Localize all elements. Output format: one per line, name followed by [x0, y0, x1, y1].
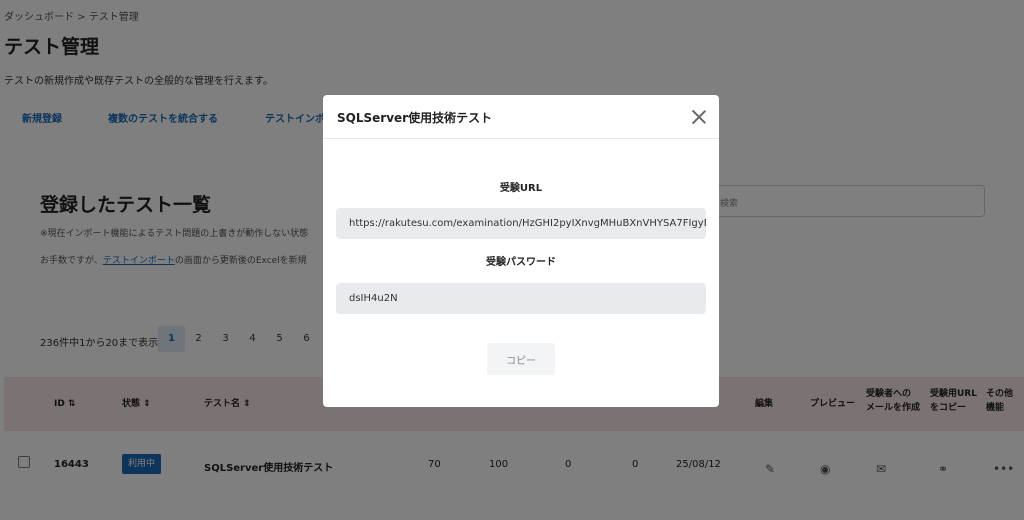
modal-header: SQLServer使用技術テスト — [323, 95, 719, 139]
exam-password-label: 受験パスワード — [486, 257, 556, 268]
exam-url-field[interactable]: https://rakutesu.com/examination/HzGHI2p… — [336, 208, 706, 239]
exam-url-modal: SQLServer使用技術テスト 受験URL https://rakutesu.… — [323, 95, 719, 407]
copy-button[interactable]: コピー — [487, 343, 555, 375]
exam-url-label: 受験URL — [499, 183, 543, 194]
modal-title: SQLServer使用技術テスト — [337, 111, 493, 125]
exam-password-field[interactable]: dsIH4u2N — [336, 283, 706, 314]
close-icon[interactable] — [689, 107, 709, 127]
